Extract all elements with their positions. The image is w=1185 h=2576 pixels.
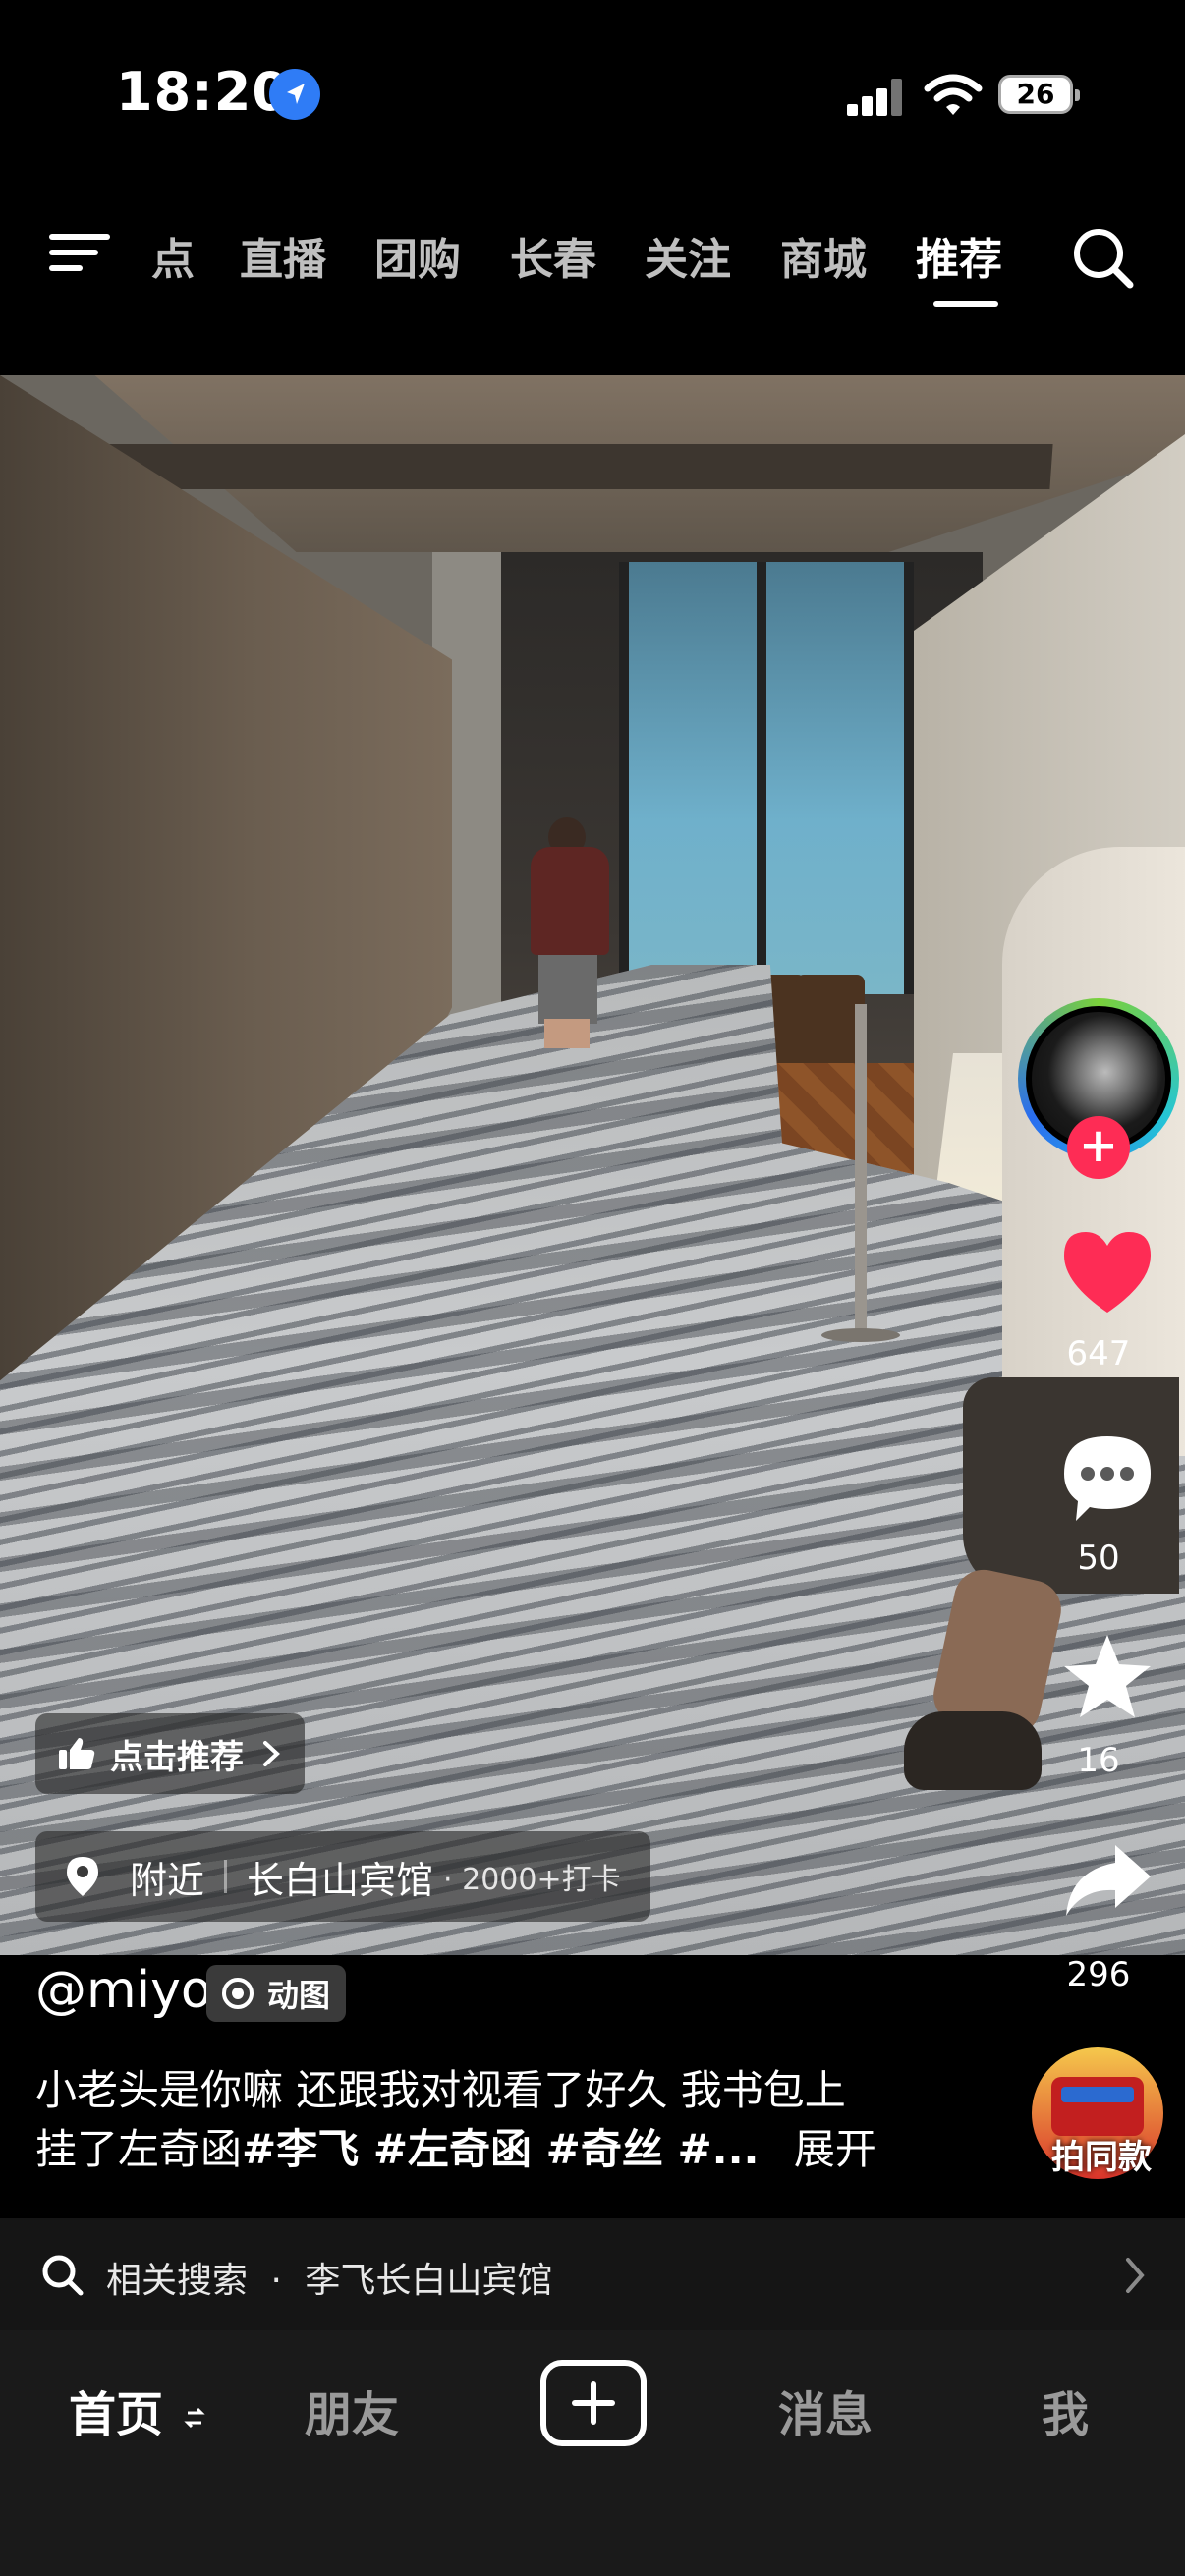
- caption-text: 挂了左奇函: [35, 2125, 243, 2173]
- chevron-right-icon: [263, 1741, 280, 1766]
- tab-home-label: 首页: [69, 2387, 164, 2442]
- cellular-signal-icon: [847, 77, 906, 116]
- status-bar: 18:20 26: [0, 0, 1185, 187]
- live-photo-icon: [222, 1978, 254, 2009]
- video-scene-beam: [86, 444, 1053, 489]
- tab-recommend[interactable]: 推荐: [916, 224, 1002, 287]
- expand-link[interactable]: 展开: [794, 2125, 876, 2173]
- favorite-count: 16: [1077, 1741, 1120, 1780]
- location-place: 长白山宾馆: [247, 1858, 434, 1902]
- battery-indicator: 26: [998, 75, 1080, 114]
- recommend-button[interactable]: 点击推荐: [35, 1713, 305, 1794]
- tab-home[interactable]: 首页: [69, 2376, 205, 2444]
- bottom-tab-bar: 首页 朋友 消息 我: [0, 2330, 1185, 2576]
- related-search-dot: ·: [270, 2261, 282, 2301]
- video-scene-person: [521, 817, 609, 1053]
- comment-count: 50: [1077, 1539, 1120, 1578]
- menu-icon[interactable]: [49, 226, 110, 279]
- clock: 18:20: [116, 61, 290, 123]
- recommend-label: 点击推荐: [110, 1737, 244, 1777]
- location-pin-icon: [67, 1857, 98, 1896]
- post-caption[interactable]: 小老头是你嘛 还跟我对视看了好久 我书包上 挂了左奇函#李飞 #左奇函 #奇丝 …: [35, 2061, 920, 2179]
- share-button[interactable]: [1002, 1837, 1185, 1930]
- caption-line-1: 小老头是你嘛 还跟我对视看了好久 我书包上: [35, 2066, 846, 2114]
- tab-messages[interactable]: 消息: [778, 2376, 873, 2444]
- related-search-label: 相关搜索: [106, 2261, 249, 2301]
- author-username[interactable]: @miyo: [35, 1961, 212, 2020]
- tab-dian[interactable]: 点: [151, 224, 195, 287]
- heart-icon: [1064, 1232, 1151, 1313]
- tab-following[interactable]: 关注: [645, 224, 731, 287]
- location-arrow-icon: [269, 69, 320, 120]
- location-checkins: · 2000+打卡: [443, 1863, 621, 1897]
- gif-badge-label: 动图: [267, 1977, 331, 2014]
- create-post-button[interactable]: [540, 2360, 647, 2446]
- tab-friends[interactable]: 朋友: [305, 2376, 399, 2444]
- video-scene-glass-frame: [757, 562, 766, 994]
- tab-city[interactable]: 长春: [510, 224, 596, 287]
- like-count: 647: [1066, 1334, 1131, 1373]
- share-icon: [1066, 1845, 1151, 1916]
- like-button[interactable]: [1002, 1226, 1185, 1320]
- tab-me[interactable]: 我: [1042, 2376, 1089, 2444]
- location-tag[interactable]: 附近 长白山宾馆 · 2000+打卡: [35, 1831, 650, 1922]
- wifi-icon: [924, 73, 983, 118]
- star-icon: [1064, 1635, 1151, 1717]
- video-scene-stand: [855, 1004, 867, 1338]
- favorite-button[interactable]: [1002, 1631, 1185, 1729]
- caption-line-2: 挂了左奇函#李飞 #左奇函 #奇丝 #... 展开: [35, 2120, 920, 2179]
- gif-badge: 动图: [206, 1965, 347, 2022]
- tab-mall[interactable]: 商城: [780, 224, 867, 287]
- comment-button[interactable]: [1002, 1430, 1185, 1529]
- tab-live[interactable]: 直播: [240, 224, 326, 287]
- top-nav: 点 直播 团购 长春 关注 商城 推荐: [0, 206, 1185, 307]
- related-search-bar[interactable]: 相关搜索 · 李飞长白山宾馆: [0, 2218, 1185, 2330]
- related-search-text: 相关搜索 · 李飞长白山宾馆: [106, 2252, 552, 2303]
- video-scene-stand-base: [821, 1328, 900, 1342]
- active-tab-indicator: [933, 301, 998, 307]
- comment-icon: [1064, 1436, 1151, 1521]
- follow-button[interactable]: +: [1067, 1116, 1130, 1179]
- chevron-right-icon: [1126, 2258, 1145, 2293]
- caption-hashtags[interactable]: #李飞 #左奇函 #奇丝 #...: [242, 2125, 760, 2173]
- video-scene-glass-wall: [619, 562, 914, 994]
- search-icon[interactable]: [1071, 226, 1136, 291]
- location-prefix: 附近: [130, 1858, 205, 1902]
- share-count: 296: [1066, 1955, 1131, 1994]
- same-style-label[interactable]: 拍同款: [1018, 2130, 1185, 2178]
- swap-icon: [184, 2407, 205, 2429]
- thumbs-up-icon: [59, 1738, 95, 1769]
- location-separator: [224, 1860, 228, 1893]
- related-search-query: 李飞长白山宾馆: [305, 2261, 553, 2301]
- related-search-icon: [42, 2255, 84, 2296]
- tab-group-buy[interactable]: 团购: [374, 224, 461, 287]
